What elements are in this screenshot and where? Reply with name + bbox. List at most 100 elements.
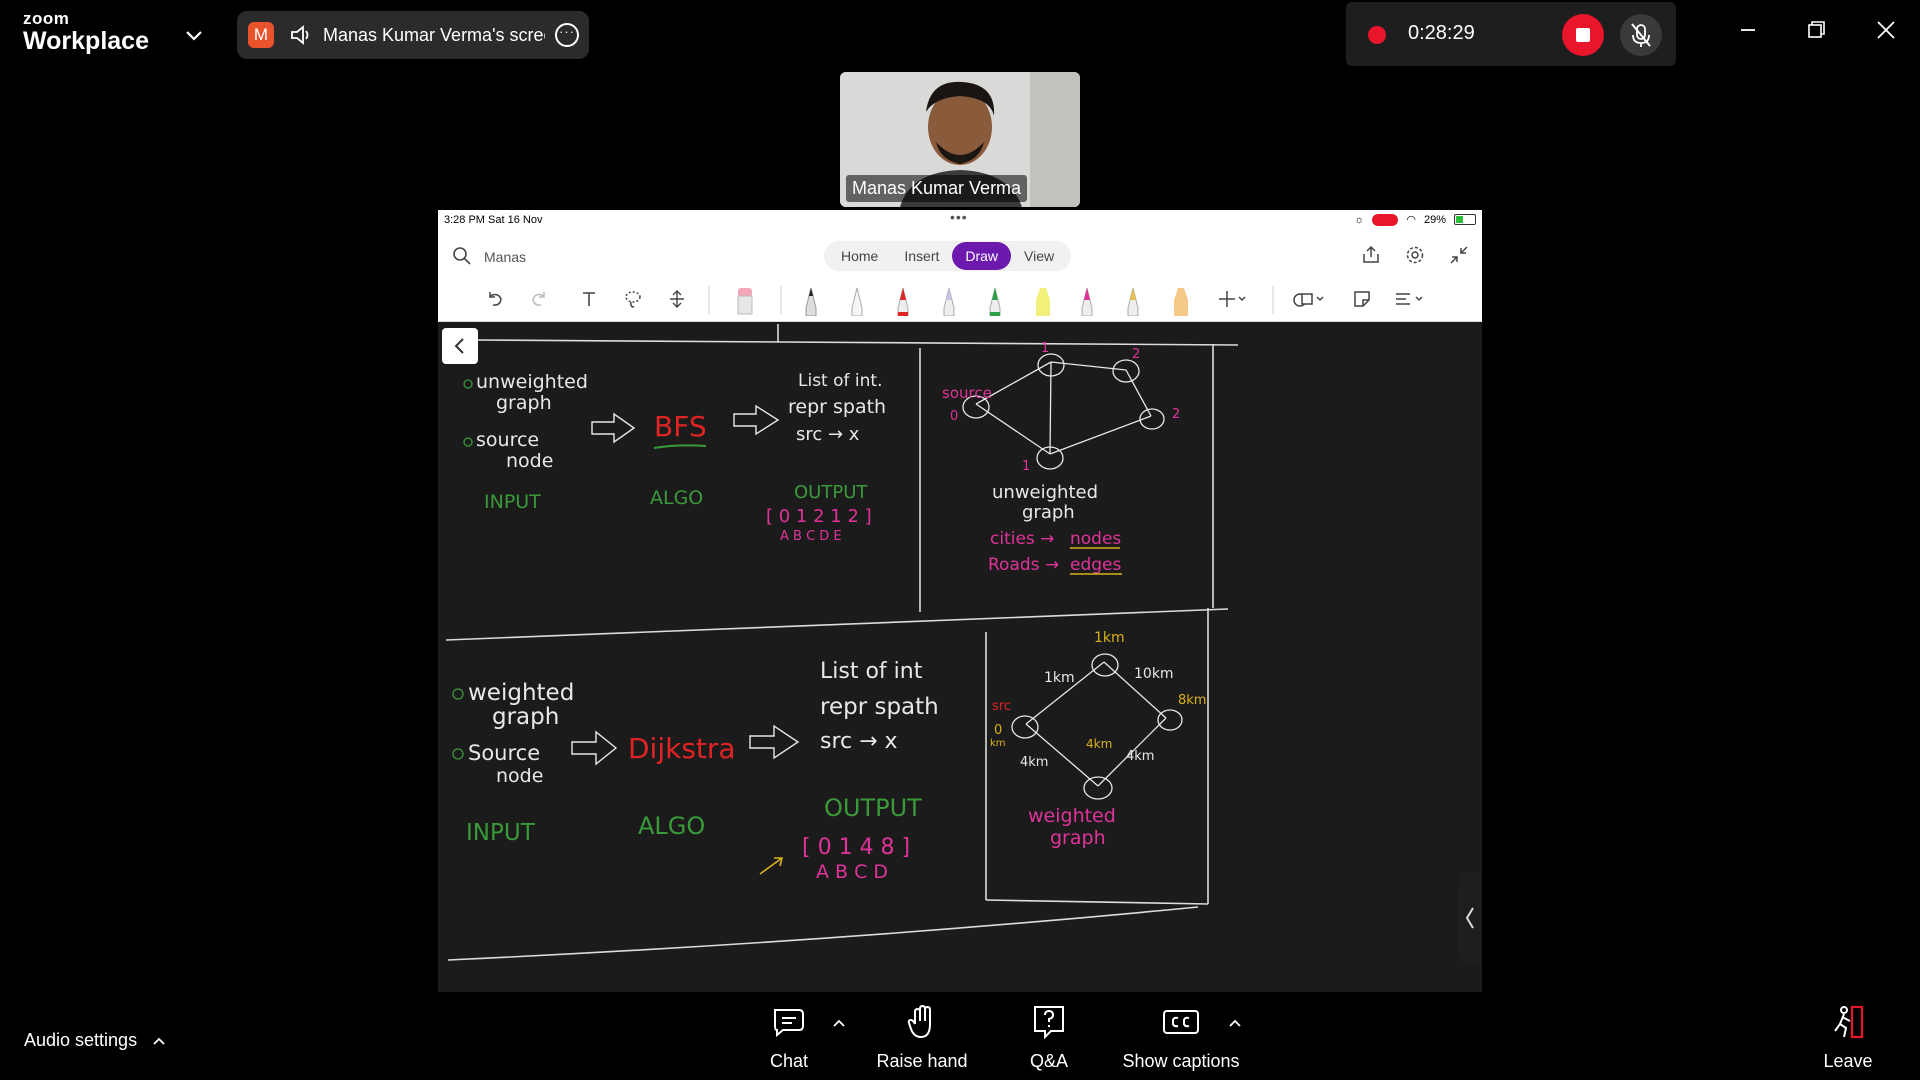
- eraser-icon[interactable]: [736, 284, 754, 316]
- frame-line-bottom: [447, 906, 1199, 961]
- ribbon-tabs: Home Insert Draw View: [824, 241, 1072, 271]
- brand-workplace: Workplace: [23, 27, 149, 55]
- graph-label-e: 2: [1172, 407, 1180, 422]
- close-icon[interactable]: [1872, 16, 1900, 44]
- qa-icon: [1034, 1006, 1064, 1040]
- tab-home[interactable]: Home: [828, 242, 891, 270]
- ink-to-shape-icon[interactable]: [1352, 288, 1374, 310]
- pen-black-icon[interactable]: [804, 284, 818, 316]
- top-out1: List of int.: [798, 371, 882, 391]
- graph-label-d: 1: [1022, 459, 1030, 474]
- top-out3: src → x: [796, 424, 860, 445]
- audio-settings-button[interactable]: Audio settings: [24, 1030, 166, 1051]
- pen-green-icon[interactable]: [988, 284, 1002, 316]
- note-canvas[interactable]: unweighted graph source node INPUT BFS A…: [438, 322, 1482, 992]
- pen-gold-icon[interactable]: [1126, 284, 1140, 316]
- redo-icon[interactable]: [528, 288, 550, 310]
- raise-hand-label: Raise hand: [876, 1051, 968, 1071]
- share-icon[interactable]: [1360, 244, 1382, 266]
- stop-icon: [1576, 28, 1590, 42]
- bottom-algo-label: ALGO: [638, 812, 705, 840]
- side-panel-toggle[interactable]: [1458, 872, 1482, 964]
- search-icon[interactable]: [452, 246, 472, 266]
- more-options-icon[interactable]: ···: [555, 23, 579, 47]
- bottom-algo: Dijkstra: [628, 732, 736, 765]
- captions-options-chevron-icon[interactable]: [1228, 1018, 1242, 1028]
- bottom-input2: Source: [468, 741, 540, 765]
- toolbar-divider: [780, 286, 782, 314]
- speaker-icon: [291, 25, 309, 45]
- bottom-input1b: graph: [492, 704, 559, 730]
- mute-button[interactable]: [1620, 14, 1662, 56]
- weight-a: 0: [994, 723, 1002, 738]
- top-out2: repr spath: [788, 396, 886, 418]
- toolbar-divider: [1272, 286, 1274, 314]
- show-captions-button[interactable]: Show captions: [1116, 1004, 1246, 1072]
- stop-recording-button[interactable]: [1562, 14, 1604, 56]
- chevron-down-icon[interactable]: [183, 24, 205, 46]
- chat-button[interactable]: Chat: [758, 1004, 820, 1072]
- share-title: Manas Kumar Verma's scree: [323, 25, 545, 45]
- weight-a-km: km: [990, 738, 1006, 749]
- qa-label: Q&A: [1029, 1051, 1068, 1071]
- settings-gear-icon[interactable]: [1404, 244, 1426, 266]
- pen-white-icon[interactable]: [850, 284, 864, 316]
- ink-to-text-icon[interactable]: [1394, 288, 1430, 310]
- top-algo-label: ALGO: [650, 487, 703, 509]
- search-text[interactable]: Manas: [484, 249, 526, 265]
- leave-button[interactable]: Leave: [1818, 1004, 1878, 1072]
- add-pen-icon[interactable]: [1218, 288, 1248, 310]
- chat-icon: [774, 1009, 804, 1038]
- collapse-icon[interactable]: [1448, 244, 1470, 266]
- highlighter-orange-icon[interactable]: [1172, 284, 1190, 316]
- pen-red-icon[interactable]: [896, 284, 910, 316]
- closed-captions-icon: [1163, 1010, 1199, 1034]
- arrow-3: [571, 730, 618, 766]
- minimize-icon[interactable]: [1734, 16, 1762, 44]
- brand-zoom: zoom: [23, 9, 70, 28]
- map1-b: nodes: [1070, 529, 1121, 549]
- sharer-avatar: M: [248, 22, 274, 48]
- participant-video[interactable]: Manas Kumar Verma: [840, 72, 1080, 207]
- bottom-output-label: OUTPUT: [824, 794, 922, 822]
- screen-share-indicator[interactable]: M Manas Kumar Verma's scree ···: [237, 11, 589, 59]
- undo-icon[interactable]: [484, 288, 506, 310]
- lasso-icon[interactable]: [622, 288, 644, 310]
- handwritten-notes: unweighted graph source node INPUT BFS A…: [445, 324, 1239, 961]
- recording-dot-icon: [1368, 26, 1386, 44]
- top-input2: source: [476, 429, 539, 451]
- shared-screen[interactable]: 3:28 PM Sat 16 Nov ••• ☼ ◠ 29% Manas Hom…: [438, 210, 1482, 992]
- text-tool-icon[interactable]: [578, 288, 600, 310]
- pen-pink-icon[interactable]: [1080, 284, 1094, 316]
- chat-options-chevron-icon[interactable]: [832, 1018, 846, 1028]
- top-section: unweighted graph source node INPUT BFS A…: [463, 341, 1180, 575]
- graph-src-label: src: [992, 699, 1011, 714]
- battery-icon: [1454, 214, 1476, 225]
- highlighter-yellow-icon[interactable]: [1034, 284, 1052, 316]
- show-captions-label: Show captions: [1122, 1051, 1240, 1071]
- pointer-arrow: [759, 857, 784, 875]
- arrow-1: [591, 412, 636, 444]
- tab-insert[interactable]: Insert: [891, 242, 952, 270]
- qa-button[interactable]: Q&A: [1018, 1004, 1080, 1072]
- bottom-graph-caption2: graph: [1050, 827, 1106, 849]
- leave-icon: [1834, 1005, 1864, 1039]
- audio-settings-label: Audio settings: [24, 1030, 138, 1050]
- insert-space-icon[interactable]: [666, 288, 688, 310]
- participant-name: Manas Kumar Verma: [846, 175, 1028, 202]
- tab-view[interactable]: View: [1011, 242, 1067, 270]
- leave-label: Leave: [1823, 1051, 1873, 1071]
- top-input-label: INPUT: [484, 491, 541, 513]
- raise-hand-button[interactable]: Raise hand: [872, 1004, 972, 1072]
- bottom-output-values: [ 0 1 4 8 ]: [802, 835, 910, 860]
- pen-lavender-icon[interactable]: [942, 284, 956, 316]
- weight-top: 1km: [1094, 630, 1125, 646]
- toolbar-divider: [708, 286, 710, 314]
- wifi-icon: ◠: [1406, 214, 1416, 226]
- top-output-values: [ 0 1 2 1 2 ]: [766, 506, 872, 527]
- tab-draw[interactable]: Draw: [952, 242, 1012, 270]
- restore-icon[interactable]: [1802, 16, 1830, 44]
- recording-timer: 0:28:29: [1408, 22, 1475, 44]
- shapes-icon[interactable]: [1292, 288, 1326, 310]
- weight-ab: 1km: [1044, 670, 1075, 686]
